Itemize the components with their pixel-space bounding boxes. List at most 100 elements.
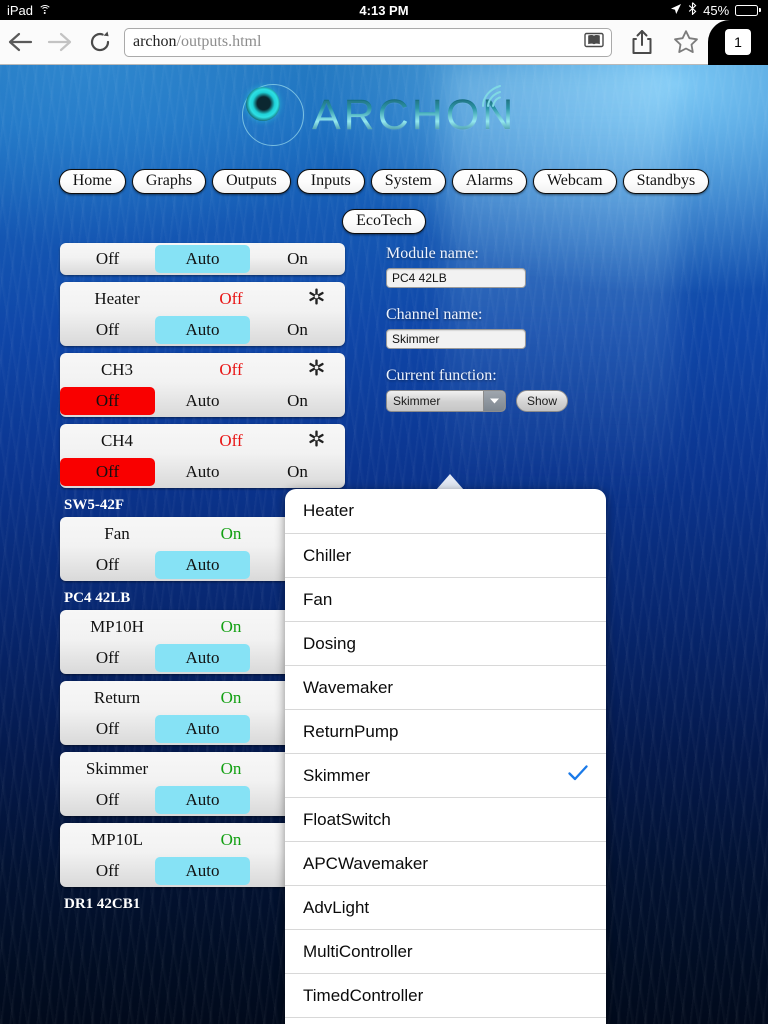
reader-view-icon[interactable] [584,32,604,52]
output-mode-on-button[interactable]: On [250,387,345,415]
output-channel-state: Off [219,431,243,450]
popover-option-label: AdvLight [303,897,370,917]
popover-option-timedcontroller[interactable]: TimedController [285,973,606,1017]
output-mode-auto-button[interactable]: Auto [155,458,250,486]
output-channel-name[interactable]: Return [60,688,174,708]
popover-option-label: Skimmer [303,765,371,785]
nav-button-alarms[interactable]: Alarms [451,169,527,194]
show-button[interactable]: Show [516,390,569,412]
popover-option-fan[interactable]: Fan [285,577,606,621]
nav-button-graphs[interactable]: Graphs [131,169,207,194]
popover-option-chiller[interactable]: Chiller [285,533,606,577]
output-channel-name[interactable]: MP10H [60,617,174,637]
popover-option-label: Dosing [303,633,356,653]
output-mode-off-button[interactable]: Off [60,316,155,344]
output-mode-on-button[interactable]: On [250,458,345,486]
popover-option-heater[interactable]: Heater [285,489,606,533]
output-mode-off-button[interactable]: Off [60,458,155,486]
output-mode-auto-button[interactable]: Auto [155,387,250,415]
output-mode-segment-control: OffAutoOn [60,245,345,275]
reload-icon[interactable] [80,20,120,65]
forward-arrow-icon[interactable] [40,20,80,65]
channel-name-label: Channel name: [386,306,483,323]
output-channel-name[interactable]: Skimmer [60,759,174,779]
output-mode-off-button[interactable]: Off [60,857,155,885]
archon-web-page: ARCHON Home Graphs Outputs Inputs System Alar… [0,65,768,1024]
url-path: /outputs.html [176,33,262,50]
output-mode-auto-button[interactable]: Auto [155,316,250,344]
output-mode-off-button[interactable]: Off [60,715,155,743]
nav-button-system[interactable]: System [370,169,446,194]
current-function-row: Skimmer Show [386,390,716,412]
popover-option-label: Heater [303,501,355,520]
output-mode-on-button[interactable]: On [250,316,345,344]
tab-count-label: 1 [725,29,751,55]
nav-button-ecotech[interactable]: EcoTech [342,209,426,234]
safari-toolbar: archon/outputs.html 1 [0,19,768,65]
output-channel-name[interactable]: MP10L [60,830,174,850]
output-channel-header: CH4 Off [60,424,345,458]
popover-option-apcwavemaker[interactable]: APCWavemaker [285,841,606,885]
output-channel-state: On [220,617,242,636]
popover-option-returnpump[interactable]: ReturnPump [285,709,606,753]
output-channel-name[interactable]: CH4 [60,431,174,451]
popover-option-label: Fan [303,589,333,609]
output-mode-off-button[interactable]: Off [60,387,155,415]
output-mode-auto-button[interactable]: Auto [155,857,250,885]
gear-icon[interactable] [288,359,345,381]
nav-button-outputs[interactable]: Outputs [212,169,291,194]
popover-option-advlight[interactable]: AdvLight [285,885,606,929]
nav-button-webcam[interactable]: Webcam [532,169,617,194]
current-function-value: Skimmer [393,394,441,408]
output-channel-name[interactable]: Fan [60,524,174,544]
current-function-select[interactable]: Skimmer [386,390,506,412]
gear-icon [309,430,324,447]
module-name-field[interactable]: PC4 42LB [386,268,526,288]
popover-option-label: Chiller [303,545,352,565]
output-channel-state: On [220,759,242,778]
popover-option-label: FloatSwitch [303,809,391,829]
popover-option-mlc[interactable]: MLC [285,1017,606,1024]
gear-icon [309,359,324,376]
output-mode-off-button[interactable]: Off [60,786,155,814]
bookmark-star-icon[interactable] [664,20,708,65]
output-channel-card: CH4 Off Off Auto On [60,424,345,488]
ios-status-bar: iPad 4:13 PM 45% [0,0,768,20]
chevron-down-icon[interactable] [483,391,505,411]
channel-settings-form: Module name: PC4 42LB Channel name: Skim… [386,245,716,412]
popover-option-label: MultiController [303,941,413,961]
popover-option-dosing[interactable]: Dosing [285,621,606,665]
output-channel-card: CH3 Off Off Auto On [60,353,345,417]
output-mode-off-button[interactable]: Off [60,245,155,273]
output-mode-off-button[interactable]: Off [60,644,155,672]
gear-icon[interactable] [288,288,345,310]
gear-icon [309,288,324,305]
output-mode-auto-button[interactable]: Auto [155,715,250,743]
output-mode-on-button[interactable]: On [250,245,345,273]
back-arrow-icon[interactable] [0,20,40,65]
popover-option-skimmer[interactable]: Skimmer [285,753,606,797]
channel-name-field[interactable]: Skimmer [386,329,526,349]
archon-orb-icon [242,84,304,146]
output-mode-auto-button[interactable]: Auto [155,644,250,672]
popover-option-multicontroller[interactable]: MultiController [285,929,606,973]
nav-button-inputs[interactable]: Inputs [296,169,365,194]
output-mode-auto-button[interactable]: Auto [155,786,250,814]
gear-icon[interactable] [288,430,345,452]
output-channel-state: On [220,688,242,707]
nav-button-home[interactable]: Home [58,169,126,194]
battery-percent-label: 45% [703,2,730,18]
output-mode-auto-button[interactable]: Auto [155,551,250,579]
output-channel-name[interactable]: Heater [60,289,174,309]
nav-button-standbys[interactable]: Standbys [622,169,710,194]
popover-option-label: APCWavemaker [303,853,429,873]
popover-option-wavemaker[interactable]: Wavemaker [285,665,606,709]
share-icon[interactable] [620,20,664,65]
url-bar[interactable]: archon/outputs.html [124,27,612,57]
output-mode-auto-button[interactable]: Auto [155,245,250,273]
output-channel-name[interactable]: CH3 [60,360,174,380]
popover-option-floatswitch[interactable]: FloatSwitch [285,797,606,841]
tab-switcher-button[interactable]: 1 [708,19,768,65]
output-channel-header: Heater Off [60,282,345,316]
output-mode-off-button[interactable]: Off [60,551,155,579]
